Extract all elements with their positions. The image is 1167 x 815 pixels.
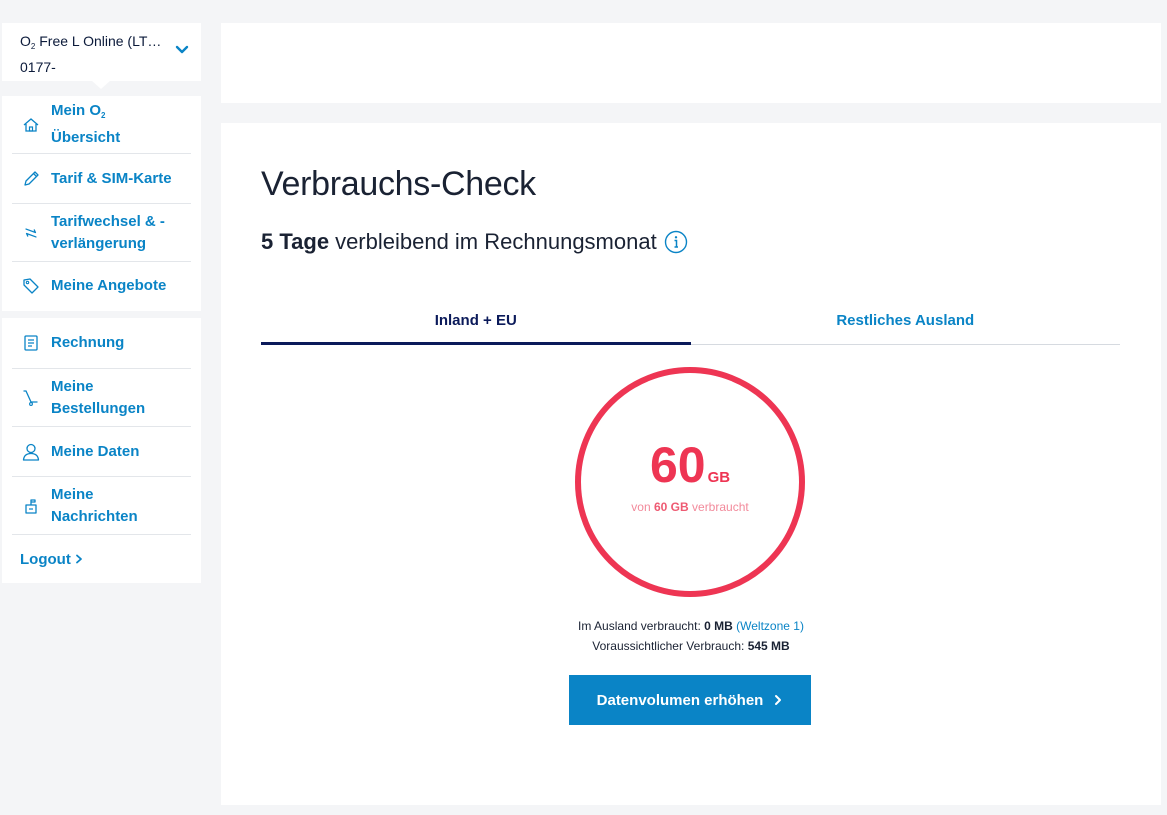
sidebar-item-label: Mein O2 Übersicht [51, 102, 121, 146]
header-panel [221, 23, 1161, 103]
sidebar-group-account: Mein O2 Übersicht Tarif & SIM-Karte Tarif… [2, 96, 201, 311]
tab-rest-abroad[interactable]: Restliches Ausland [691, 299, 1121, 344]
pencil-icon [20, 168, 42, 190]
sidebar-item-label: Rechnung [51, 334, 125, 351]
gauge-used-unit: GB [707, 469, 731, 486]
sidebar-item-offers[interactable]: Meine Angebote [12, 262, 191, 310]
contract-caret [92, 81, 110, 89]
user-icon [20, 441, 42, 463]
forecast-usage: Voraussichtlicher Verbrauch: 545 MB [592, 639, 790, 653]
sidebar-item-label: Meine Daten [51, 442, 140, 460]
days-remaining-count: 5 Tage [261, 229, 330, 254]
contract-name: O2 Free L Online (LT… [20, 33, 162, 51]
logout-label: Logout [20, 550, 71, 568]
usage-details: Im Ausland verbraucht: 0 MB (Weltzone 1)… [221, 616, 1161, 656]
abroad-usage: Im Ausland verbraucht: 0 MB (Weltzone 1) [578, 619, 804, 633]
sidebar-item-label: Meine Angebote [51, 277, 167, 294]
days-remaining-text: verbleibend im Rechnungsmonat [335, 229, 657, 254]
contract-number: 0177- [20, 59, 56, 75]
usage-tabs: Inland + EU Restliches Ausland [261, 299, 1120, 345]
sidebar-item-label: Meine Nachrichten [51, 485, 138, 525]
home-icon [20, 114, 42, 136]
increase-data-label: Datenvolumen erhöhen [596, 691, 764, 709]
sidebar-item-my-data[interactable]: Meine Daten [12, 427, 191, 477]
swap-arrows-icon [20, 222, 42, 244]
zone-link[interactable]: (Weltzone 1) [736, 619, 804, 633]
chevron-right-icon [775, 695, 782, 705]
chevron-down-icon[interactable] [175, 43, 189, 57]
info-icon[interactable] [664, 230, 688, 254]
gauge-caption: von 60 GB verbraucht [631, 500, 749, 514]
sidebar-item-invoice[interactable]: Rechnung [12, 318, 191, 369]
gauge-used-value: 60 [649, 437, 706, 493]
days-remaining: 5 Tage verbleibend im Rechnungsmonat [261, 229, 688, 255]
sidebar-item-tariff-change[interactable]: Tarifwechsel & - verlängerung [12, 204, 191, 262]
sidebar-group-service: Rechnung Meine Bestellungen Meine Daten M… [2, 318, 201, 583]
mailbox-icon [20, 495, 42, 517]
tab-inland-eu[interactable]: Inland + EU [261, 299, 691, 345]
logout-link[interactable]: Logout [12, 535, 191, 583]
increase-data-button[interactable]: Datenvolumen erhöhen [569, 675, 811, 725]
sidebar-item-tariff-sim[interactable]: Tarif & SIM-Karte [12, 154, 191, 204]
sidebar-item-overview[interactable]: Mein O2 Übersicht [12, 96, 191, 154]
sidebar-item-label: Tarifwechsel & - verlängerung [51, 212, 165, 252]
usage-card: Verbrauchs-Check 5 Tage verbleibend im R… [221, 123, 1161, 805]
invoice-icon [20, 332, 42, 354]
contract-selector[interactable]: O2 Free L Online (LT… 0177- [2, 23, 201, 81]
sidebar-item-label: Tarif & SIM-Karte [51, 169, 172, 187]
data-usage-gauge: 60 GB von 60 GB verbraucht [574, 366, 806, 598]
page-title: Verbrauchs-Check [261, 165, 536, 203]
sidebar-item-label: Meine Bestellungen [51, 377, 146, 417]
tag-icon [20, 275, 42, 297]
sidebar-item-orders[interactable]: Meine Bestellungen [12, 369, 191, 427]
sidebar-item-messages[interactable]: Meine Nachrichten [12, 477, 191, 535]
chevron-right-icon [75, 554, 82, 564]
gauge-used: 60 GB [574, 440, 806, 490]
trolley-icon [20, 387, 42, 409]
